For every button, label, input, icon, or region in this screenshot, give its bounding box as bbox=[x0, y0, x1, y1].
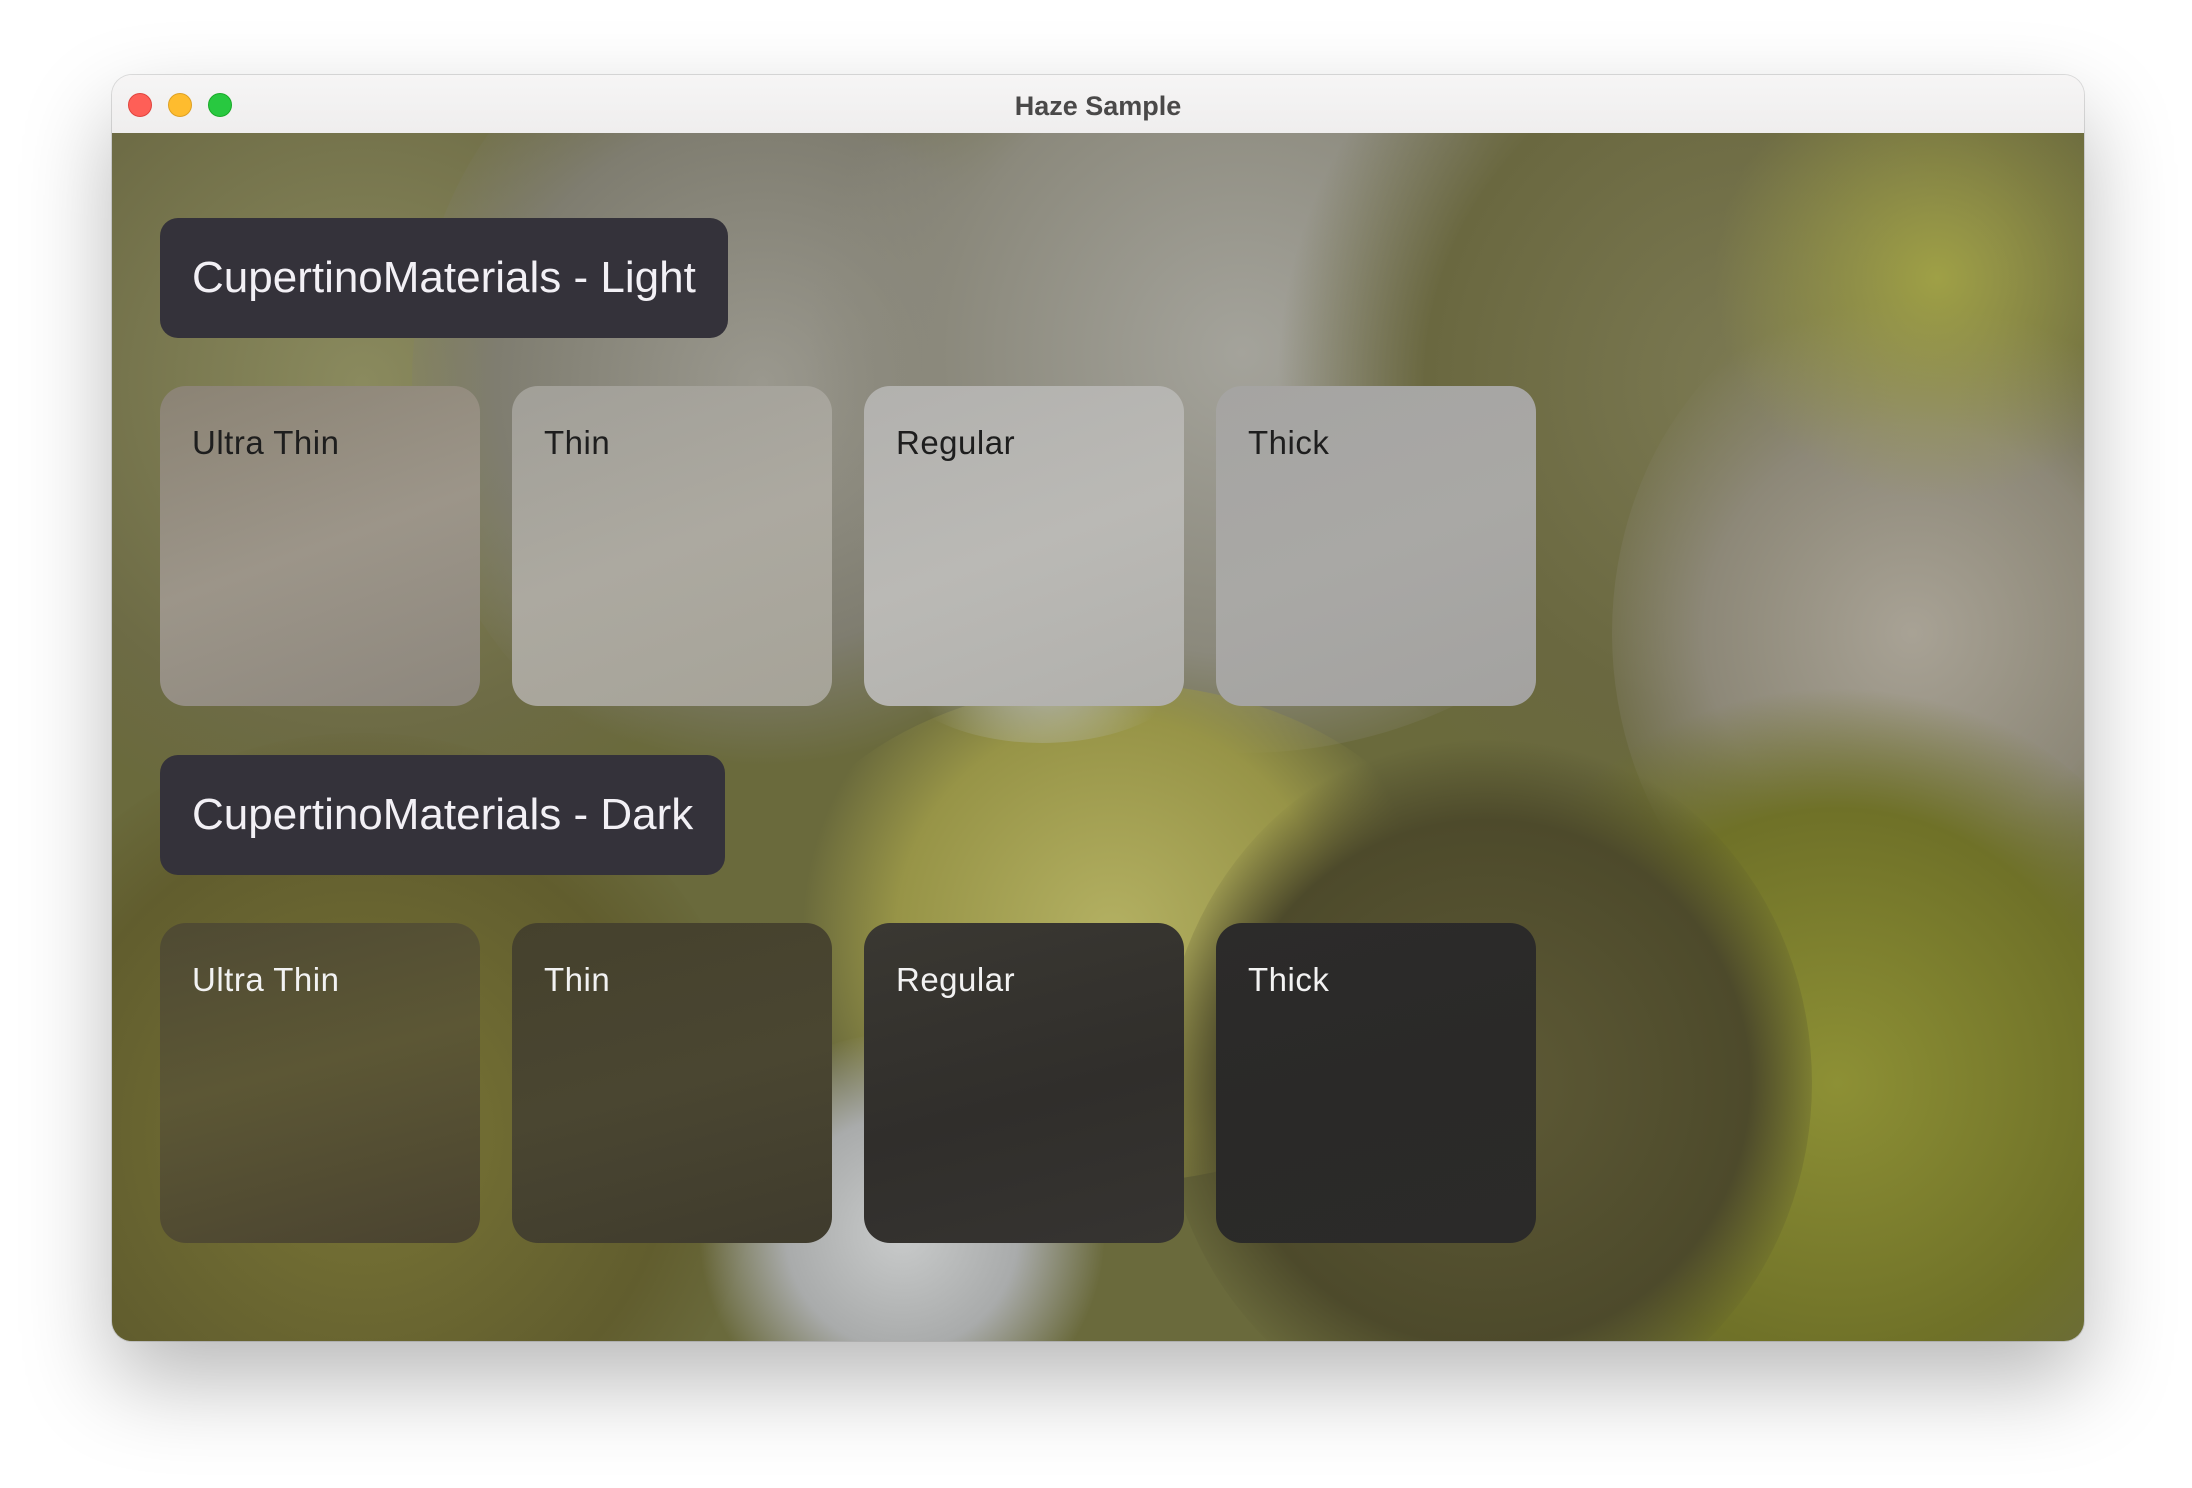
tile-label: Thin bbox=[544, 424, 611, 461]
light-regular-tile: Regular bbox=[864, 386, 1184, 706]
tile-label: Ultra Thin bbox=[192, 424, 340, 461]
section-header-light: CupertinoMaterials - Light bbox=[160, 218, 728, 338]
tile-label: Regular bbox=[896, 961, 1016, 998]
dark-ultra-thin-tile: Ultra Thin bbox=[160, 923, 480, 1243]
dark-thin-tile: Thin bbox=[512, 923, 832, 1243]
tile-label: Thick bbox=[1248, 424, 1330, 461]
section-header-dark: CupertinoMaterials - Dark bbox=[160, 755, 726, 875]
tile-label: Thick bbox=[1248, 961, 1330, 998]
light-thin-tile: Thin bbox=[512, 386, 832, 706]
window-content: CupertinoMaterials - Light Ultra Thin Th… bbox=[112, 133, 2084, 1341]
section-title-dark: CupertinoMaterials - Dark bbox=[192, 790, 694, 839]
light-ultra-thin-tile: Ultra Thin bbox=[160, 386, 480, 706]
app-window: Haze Sample CupertinoMaterials - Light U… bbox=[112, 75, 2084, 1341]
tile-label: Ultra Thin bbox=[192, 961, 340, 998]
dark-thick-tile: Thick bbox=[1216, 923, 1536, 1243]
tile-label: Thin bbox=[544, 961, 611, 998]
title-bar[interactable]: Haze Sample bbox=[112, 75, 2084, 134]
dark-regular-tile: Regular bbox=[864, 923, 1184, 1243]
tile-label: Regular bbox=[896, 424, 1016, 461]
window-title: Haze Sample bbox=[1014, 91, 1182, 121]
light-thick-tile: Thick bbox=[1216, 386, 1536, 706]
section-title-light: CupertinoMaterials - Light bbox=[192, 253, 696, 302]
